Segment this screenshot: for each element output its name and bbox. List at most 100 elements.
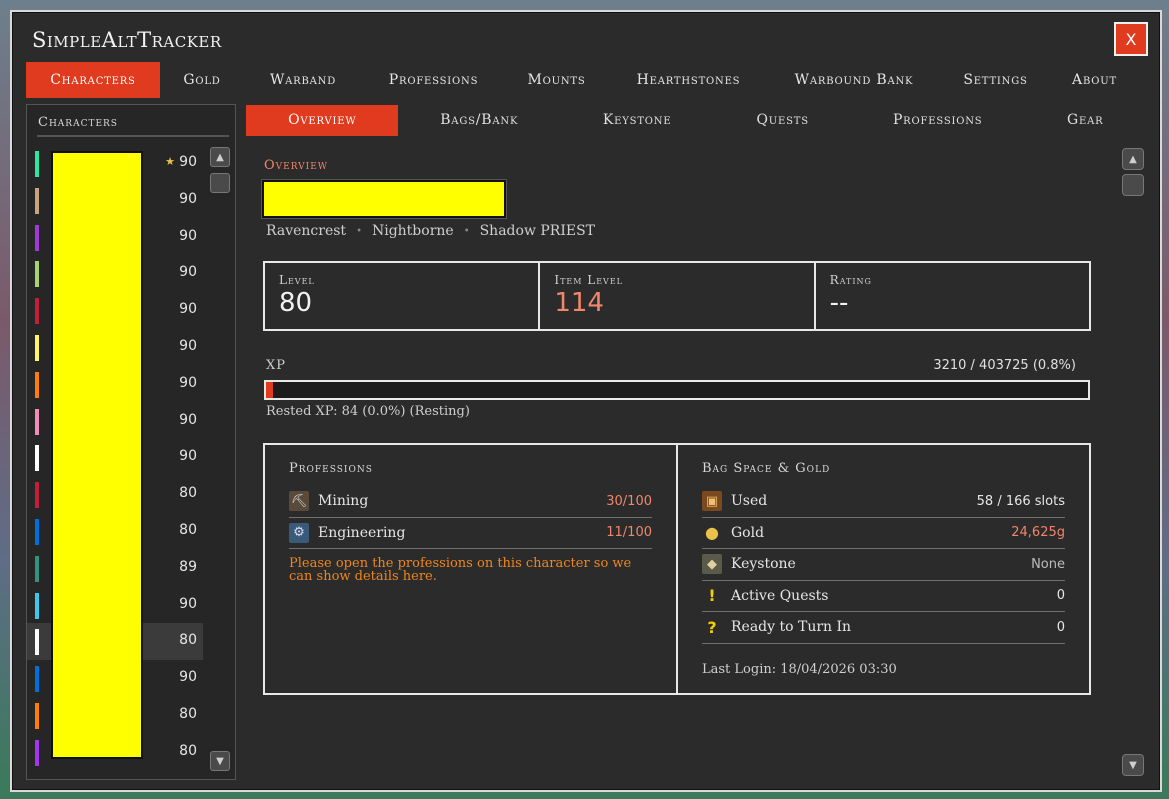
xp-label: XP: [266, 358, 287, 373]
last-login: Last Login: 18/04/2026 03:30: [702, 662, 897, 677]
xp-progress-fill: [266, 382, 273, 398]
active-quests-row: ! Active Quests 0: [702, 581, 1065, 612]
active-quests-label: Active Quests: [731, 587, 829, 604]
profession-skill: 11/100: [606, 525, 652, 541]
pickaxe-icon: ⛏: [289, 491, 309, 512]
gold-coin-icon: ●: [705, 523, 719, 543]
class-color-bar: [35, 445, 39, 472]
gold-value: 24,625g: [1011, 525, 1065, 541]
scroll-down-button[interactable]: ▼: [210, 751, 230, 771]
content-scrollbar-thumb[interactable]: [1122, 174, 1144, 196]
turnin-value: 0: [1056, 619, 1065, 635]
favorite-star-icon[interactable]: ★: [165, 155, 175, 168]
class-color-bar: [35, 187, 39, 214]
gear-icon: ⚙: [289, 522, 309, 543]
class-color-bar: [35, 334, 39, 361]
profession-row-engineering: ⚙ Engineering 11/100: [289, 518, 652, 549]
tab-warbound-bank[interactable]: Warbound Bank: [769, 62, 939, 98]
subtab-gear[interactable]: Gear: [1024, 105, 1146, 136]
turnin-row: ? Ready to Turn In 0: [702, 612, 1065, 644]
character-level: 80: [179, 742, 197, 759]
tab-warband[interactable]: Warband: [244, 62, 362, 98]
subtab-quests[interactable]: Quests: [714, 105, 851, 136]
stats-panel: Level 80 Item Level 114 Rating --: [263, 261, 1091, 331]
keystone-icon: ◆: [702, 554, 722, 575]
tab-characters[interactable]: Characters: [26, 62, 160, 98]
separator-dot: •: [463, 225, 470, 237]
tab-gold[interactable]: Gold: [160, 62, 244, 98]
separator-dot: •: [356, 225, 362, 237]
stat-ilvl-label: Item Level: [554, 273, 623, 287]
tab-about[interactable]: About: [1052, 62, 1137, 98]
class-color-bar: [35, 666, 39, 693]
character-level: 80: [179, 632, 197, 649]
bag-used-value: 58 / 166 slots: [976, 493, 1065, 509]
bag-icon: ▣: [702, 491, 722, 512]
character-sidebar: Characters ★ 90 90 90 90 90 90 90 90 90 80 80 89 90 80…: [26, 104, 236, 780]
class-color-bar: [35, 555, 39, 582]
professions-title: Professions: [289, 461, 373, 476]
character-level: 90: [179, 154, 197, 170]
main-tabs: Characters Gold Warband Professions Moun…: [26, 62, 1146, 98]
active-quests-value: 0: [1056, 588, 1065, 604]
character-level: 90: [179, 448, 197, 465]
stat-item-level: Item Level 114: [540, 263, 816, 329]
app-title: SimpleAltTracker: [32, 28, 222, 52]
class-color-bar: [35, 224, 39, 251]
character-level: 90: [179, 595, 197, 612]
quest-turnin-icon: ?: [707, 617, 717, 637]
xp-progress-bar: [264, 380, 1090, 400]
tab-hearthstones[interactable]: Hearthstones: [608, 62, 769, 98]
class-color-bar: [35, 261, 39, 288]
scrollbar-thumb[interactable]: [210, 173, 230, 193]
chevron-up-icon: ▲: [216, 151, 224, 163]
profession-row-mining: ⛏ Mining 30/100: [289, 486, 652, 518]
class-color-bar: [35, 151, 39, 177]
sidebar-title: Characters: [38, 115, 118, 130]
xp-value: 3210 / 403725 (0.8%): [933, 358, 1076, 373]
stat-rating-value: --: [829, 288, 849, 318]
tab-mounts[interactable]: Mounts: [505, 62, 608, 98]
class-color-bar: [35, 592, 39, 619]
scroll-up-button[interactable]: ▲: [210, 147, 230, 167]
character-level: 90: [179, 669, 197, 686]
content-scroll-down-button[interactable]: ▼: [1122, 754, 1144, 776]
subtab-keystone[interactable]: Keystone: [560, 105, 714, 136]
class-color-bar: [35, 482, 39, 509]
character-level: 90: [179, 337, 197, 354]
content-scroll-up-button[interactable]: ▲: [1122, 148, 1144, 170]
character-level: 89: [179, 558, 197, 575]
realm-name: Ravencrest: [266, 223, 347, 239]
character-level: 90: [179, 374, 197, 391]
race-name: Nightborne: [371, 223, 454, 239]
class-color-bar: [35, 298, 39, 325]
rested-xp: Rested XP: 84 (0.0%) (Resting): [266, 404, 470, 419]
chevron-down-icon: ▼: [216, 755, 224, 767]
bag-gold-panel: Bag Space & Gold ▣ Used 58 / 166 slots ●…: [676, 445, 1089, 693]
bag-used-row: ▣ Used 58 / 166 slots: [702, 486, 1065, 518]
chevron-down-icon: ▼: [1129, 759, 1137, 771]
quest-exclamation-icon: !: [708, 586, 716, 606]
close-button[interactable]: X: [1114, 22, 1148, 56]
stat-level-label: Level: [279, 273, 315, 287]
keystone-row: ◆ Keystone None: [702, 549, 1065, 581]
subtab-overview[interactable]: Overview: [246, 104, 399, 136]
character-level: 90: [179, 227, 197, 244]
tab-professions[interactable]: Professions: [362, 62, 505, 98]
stat-rating: Rating --: [816, 263, 1089, 329]
class-color-bar: [35, 629, 39, 656]
profession-skill: 30/100: [606, 493, 652, 509]
character-level: 90: [179, 264, 197, 281]
stat-level-value: 80: [279, 288, 313, 318]
character-name-redacted: [262, 180, 506, 218]
tab-settings[interactable]: Settings: [939, 62, 1052, 98]
alt-tracker-window: SimpleAltTracker X Characters Gold Warba…: [10, 10, 1162, 792]
subtab-professions[interactable]: Professions: [851, 105, 1024, 136]
subtab-bags-bank[interactable]: Bags/Bank: [398, 105, 559, 136]
gold-row: ● Gold 24,625g: [702, 518, 1065, 549]
professions-notice: Please open the professions on this char…: [289, 556, 632, 584]
class-color-bar: [35, 702, 39, 729]
character-level: 80: [179, 485, 197, 502]
bag-used-label: Used: [731, 493, 768, 510]
detail-panels: Professions ⛏ Mining 30/100 ⚙ Engineerin…: [263, 443, 1091, 695]
